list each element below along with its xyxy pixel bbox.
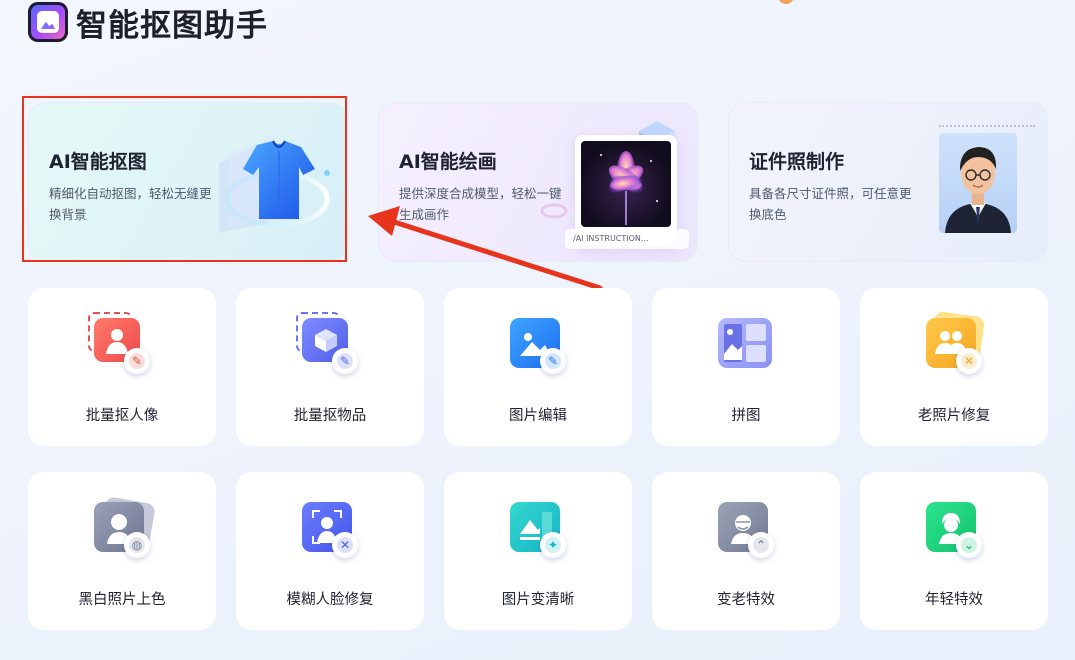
app-header: 智能抠图助手 xyxy=(28,2,268,44)
tool-old-photo-restore[interactable]: ✕ 老照片修复 xyxy=(860,288,1048,446)
tool-image-edit[interactable]: ✎ 图片编辑 xyxy=(444,288,632,446)
tool-label: 图片变清晰 xyxy=(501,592,575,608)
sharpen-icon: ✦ xyxy=(510,502,568,560)
tool-label: 老照片修复 xyxy=(917,408,991,424)
tool-youth-effect[interactable]: ⌄ 年轻特效 xyxy=(860,472,1048,630)
feature-title: 证件照制作 xyxy=(749,151,845,173)
old-photo-restore-icon: ✕ xyxy=(926,310,986,376)
feature-title: AI智能绘画 xyxy=(399,151,497,173)
tool-label: 模糊人脸修复 xyxy=(286,592,374,608)
colorize-icon: ◍ xyxy=(94,496,156,560)
annotation-arrow-icon xyxy=(368,206,603,291)
portrait-person-icon xyxy=(945,147,1011,233)
tool-aging-effect[interactable]: ⌃ 变老特效 xyxy=(652,472,840,630)
tool-label: 批量抠物品 xyxy=(293,408,367,424)
tool-colorize[interactable]: ◍ 黑白照片上色 xyxy=(28,472,216,630)
tool-batch-object-cutout[interactable]: ✎ 批量抠物品 xyxy=(236,288,424,446)
notification-dot-icon xyxy=(778,0,794,4)
tool-batch-portrait-cutout[interactable]: ✎ 批量抠人像 xyxy=(28,288,216,446)
feature-title: AI智能抠图 xyxy=(49,151,147,173)
feature-desc: 具备各尺寸证件照，可任意更换底色 xyxy=(749,186,912,222)
tool-face-restore[interactable]: ✕ 模糊人脸修复 xyxy=(236,472,424,630)
object-cutout-icon: ✎ xyxy=(296,312,360,376)
feature-card-ai-matting[interactable]: AI智能抠图 精细化自动抠图，轻松无缝更换背景 xyxy=(28,102,348,262)
tool-label: 批量抠人像 xyxy=(85,408,159,424)
app-title: 智能抠图助手 xyxy=(76,7,268,44)
image-edit-icon: ✎ xyxy=(510,318,568,376)
portrait-cutout-icon: ✎ xyxy=(88,312,152,376)
tool-label: 图片编辑 xyxy=(509,408,567,424)
feature-desc: 精细化自动抠图，轻松无缝更换背景 xyxy=(49,186,212,222)
app-logo-icon xyxy=(28,2,68,42)
tool-collage[interactable]: 拼图 xyxy=(652,288,840,446)
tool-label: 年轻特效 xyxy=(925,592,983,608)
feature-card-id-photo[interactable]: 证件照制作 具备各尺寸证件照，可任意更换底色 xyxy=(728,102,1048,262)
id-portrait xyxy=(939,133,1017,233)
tool-label: 变老特效 xyxy=(717,592,775,608)
ruler-decoration xyxy=(939,125,1035,130)
collage-icon xyxy=(718,318,776,376)
tool-sharpen[interactable]: ✦ 图片变清晰 xyxy=(444,472,632,630)
tool-label: 黑白照片上色 xyxy=(78,592,166,608)
aging-effect-icon: ⌃ xyxy=(718,502,776,560)
shirt-illustration-icon xyxy=(219,135,330,233)
tool-label: 拼图 xyxy=(731,408,761,424)
youth-effect-icon: ⌄ xyxy=(926,502,984,560)
face-restore-icon: ✕ xyxy=(302,502,360,560)
